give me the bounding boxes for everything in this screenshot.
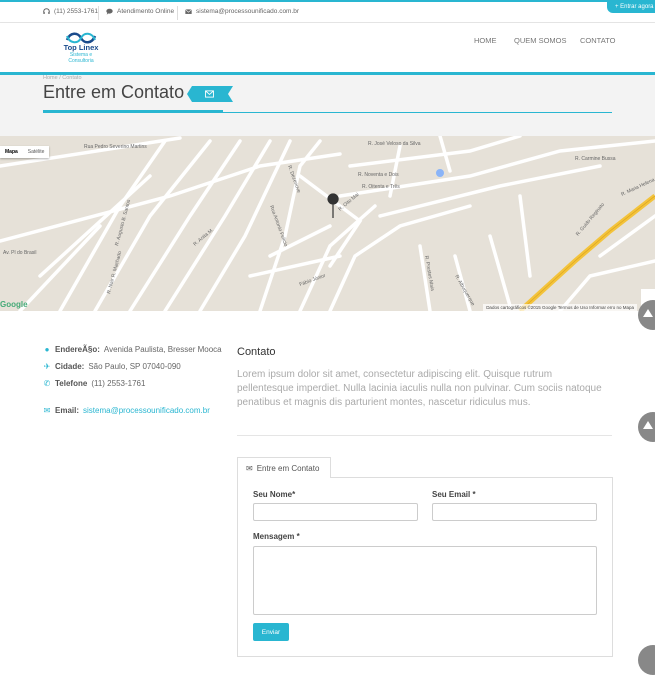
map-footer[interactable]: Dados cartográficos ©2015 Google Termos …	[483, 304, 637, 311]
message-label: Mensagem *	[253, 532, 300, 541]
map-roads: Rua Pedro Severino Martins R. José Velos…	[0, 136, 655, 311]
contact-description: Lorem ipsum dolor sit amet, consectetur …	[237, 369, 602, 408]
arrow-up-icon	[643, 309, 653, 317]
main-navbar: Top Linex Sistema e Consultoria HOME QUE…	[0, 23, 655, 75]
envelope-icon	[185, 8, 192, 15]
map-label: Av. Pl do Brasil	[3, 250, 36, 256]
info-phone: ✆ Telefone (11) 2553-1761	[43, 379, 146, 388]
google-map[interactable]: Rua Pedro Severino Martins R. José Velos…	[0, 136, 655, 311]
message-textarea[interactable]	[253, 546, 597, 615]
nav-contact[interactable]: CONTATO	[580, 36, 615, 45]
map-label: R. Guido Reginato	[575, 202, 606, 238]
map-label: Rua Pedro Severino Martins	[84, 144, 147, 150]
email-field[interactable]	[432, 503, 597, 521]
map-type-tabs: Mapa Satélite	[0, 146, 50, 158]
contact-heading: Contato	[237, 346, 276, 358]
title-underline	[43, 112, 612, 113]
map-label: R. Noventa e Dois	[358, 172, 399, 178]
google-logo: Google	[0, 300, 28, 309]
info-email-label: Email:	[55, 406, 80, 415]
map-label: R. Albuquerque	[453, 274, 476, 307]
map-label: R. Nair R. Machado	[106, 250, 123, 294]
page-title-section: Home / Contato Entre em Contato	[0, 75, 655, 136]
info-city-label: Cidade:	[55, 362, 85, 371]
info-city-value: São Paulo, SP 07040-090	[88, 362, 181, 371]
topbar-phone-text: (11) 2553-1761	[54, 8, 98, 15]
page-title: Entre em Contato	[43, 82, 185, 102]
tab-contact-form[interactable]: ✉ Entre em Contato	[237, 457, 331, 478]
scroll-up-button[interactable]	[638, 412, 655, 442]
info-address-label: EndereÃ§o:	[55, 345, 100, 354]
chat-icon	[106, 8, 113, 15]
send-button[interactable]: Enviar	[253, 623, 289, 641]
arrow-up-icon	[643, 421, 653, 429]
logo[interactable]: Top Linex Sistema e Consultoria	[57, 31, 105, 69]
envelope-icon: ✉	[43, 406, 51, 415]
divider	[237, 435, 612, 436]
info-phone-label: Telefone	[55, 379, 88, 388]
top-info-bar: (11) 2553-1761 Atendimento Online sistem…	[0, 0, 655, 23]
name-field[interactable]	[253, 503, 418, 521]
envelope-icon	[205, 90, 214, 98]
info-email-link[interactable]: sistema@processounificado.com.br	[83, 406, 210, 415]
topbar-phone: (11) 2553-1761	[43, 8, 98, 15]
map-marker-icon: ●	[44, 345, 50, 354]
envelope-icon: ✉	[246, 463, 253, 473]
info-email: ✉ Email: sistema@processounificado.com.b…	[43, 406, 210, 415]
logo-subtitle: Sistema e Consultoria	[68, 52, 94, 64]
info-address-value: Avenida Paulista, Bresser Mooca	[103, 345, 222, 354]
topbar-online-text: Atendimento Online	[117, 8, 175, 15]
map-tab-satellite[interactable]: Satélite	[23, 146, 50, 158]
tab-contact-form-label: Entre em Contato	[256, 463, 320, 473]
phone-icon: ✆	[43, 379, 51, 388]
logo-mark-icon	[65, 32, 97, 44]
nav-home[interactable]: HOME	[474, 36, 497, 45]
map-label: R. Carmine Bussa	[575, 156, 616, 162]
info-phone-value: (11) 2553-1761	[91, 379, 146, 388]
plane-icon: ✈	[43, 362, 51, 371]
map-tab-map[interactable]: Mapa	[0, 146, 23, 158]
topbar-email-text: sistema@processounificado.com.br	[196, 8, 300, 15]
map-label: R. Oitenta e Três	[362, 184, 400, 190]
headset-icon	[43, 8, 50, 15]
info-city: ✈ Cidade: São Paulo, SP 07040-090	[43, 362, 181, 371]
email-label: Seu Email *	[432, 490, 476, 499]
topbar-email[interactable]: sistema@processounificado.com.br	[185, 8, 299, 15]
info-address: ● EndereÃ§o: Avenida Paulista, Bresser M…	[43, 345, 222, 354]
map-pin-icon[interactable]	[327, 193, 339, 218]
scroll-up-button[interactable]	[638, 645, 655, 675]
topbar-online[interactable]: Atendimento Online	[106, 8, 174, 15]
map-label: R. Maria Helena	[620, 177, 655, 198]
login-button[interactable]: + Entrar agora	[607, 2, 655, 13]
name-label: Seu Nome*	[253, 490, 296, 499]
breadcrumb[interactable]: Home / Contato	[43, 75, 82, 81]
divider	[177, 6, 178, 20]
scroll-up-button[interactable]	[638, 300, 655, 330]
title-tag	[187, 86, 233, 102]
map-label: R. José Veloso da Silva	[368, 141, 421, 147]
divider	[98, 6, 99, 20]
nav-about[interactable]: QUEM SOMOS	[514, 36, 567, 45]
